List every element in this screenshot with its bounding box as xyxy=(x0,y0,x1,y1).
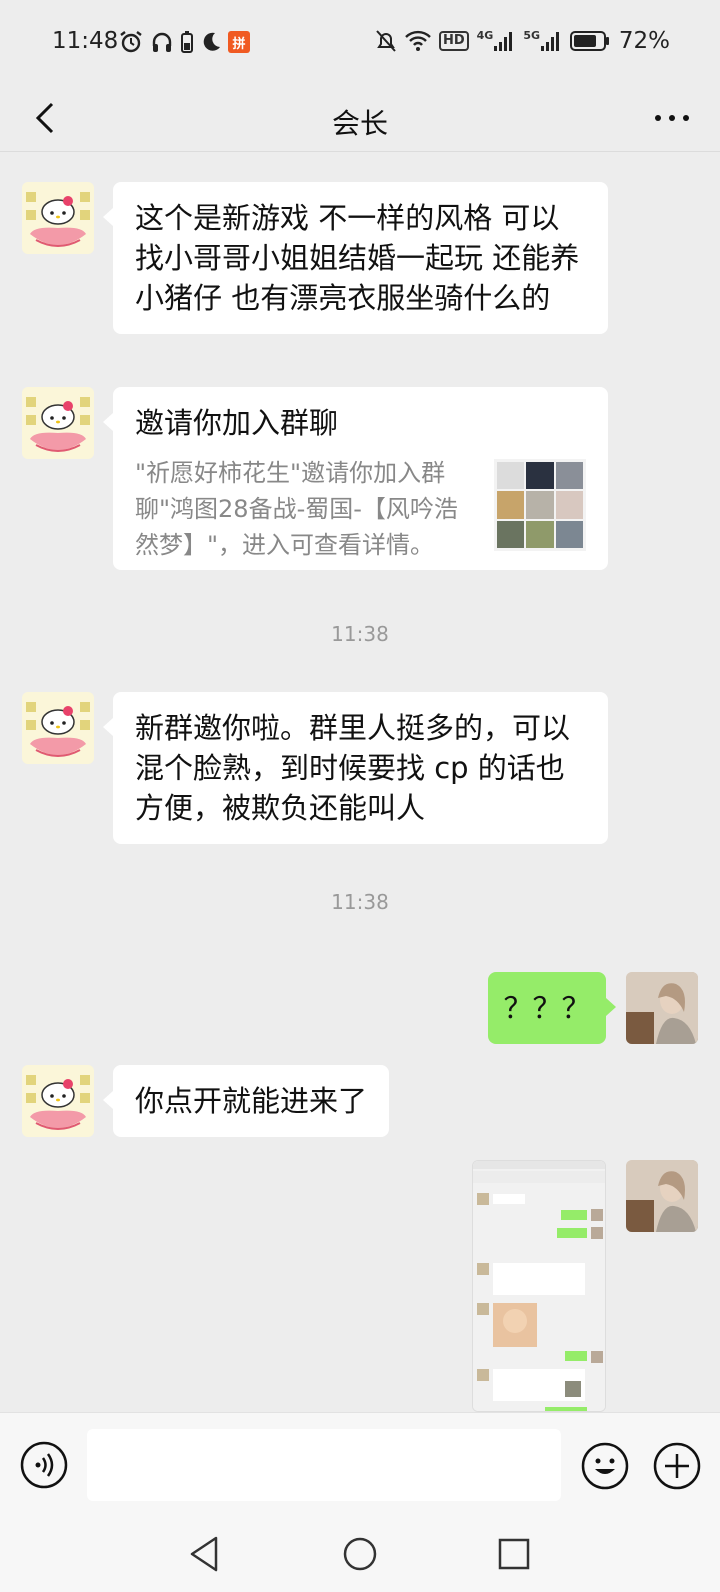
battery-icon xyxy=(570,30,610,52)
status-icons-left: 拼 xyxy=(118,29,250,55)
input-bar xyxy=(0,1412,720,1516)
contact-avatar[interactable] xyxy=(22,692,94,764)
sent-screenshot-image[interactable] xyxy=(472,1160,606,1412)
group-member-thumb xyxy=(555,520,583,548)
group-member-thumb xyxy=(555,491,583,519)
signal-5g-icon: 5G xyxy=(523,30,562,52)
contact-avatar[interactable] xyxy=(22,182,94,254)
group-member-thumb xyxy=(497,491,525,519)
invite-title: 邀请你加入群聊 xyxy=(135,406,339,440)
hello-kitty-avatar-icon xyxy=(26,702,90,757)
timestamp: 11:38 xyxy=(331,890,389,914)
message-text: 新群邀你啦。群里人挺多的，可以混个脸熟，到时候要找 cp 的话也方便，被欺负还能… xyxy=(135,711,571,825)
more-button[interactable] xyxy=(650,96,694,140)
more-functions-button[interactable] xyxy=(652,1441,702,1491)
emoji-icon xyxy=(581,1442,629,1490)
hd-icon: HD xyxy=(438,31,469,51)
plus-icon xyxy=(653,1442,701,1490)
shop-app-icon: 拼 xyxy=(228,31,250,53)
timestamp: 11:38 xyxy=(331,622,389,646)
chat-header: 会长 xyxy=(0,84,720,152)
message-bubble[interactable]: 你点开就能进来了 xyxy=(102,1065,390,1137)
message-input[interactable] xyxy=(87,1429,561,1501)
screenshot-thumbnail-icon xyxy=(473,1161,605,1411)
status-icons-right: HD 4G 5G xyxy=(375,29,610,53)
recents-square-icon xyxy=(498,1538,530,1570)
emoji-button[interactable] xyxy=(580,1441,630,1491)
moon-icon xyxy=(200,31,222,53)
signal-4g-icon: 4G xyxy=(477,30,516,52)
group-avatar-grid xyxy=(494,459,586,551)
net-4g-label: 4G xyxy=(476,29,494,42)
chat-title: 会长 xyxy=(331,107,388,140)
group-member-thumb xyxy=(497,462,525,490)
battery-percent: 72% xyxy=(618,28,670,54)
more-dots-icon xyxy=(655,115,689,121)
invite-description: "祈愿好柿花生"邀请你加入群聊"鸿图28备战-蜀国-【风吟浩然梦】"，进入可查看… xyxy=(135,459,458,559)
net-5g-label: 5G xyxy=(523,29,540,42)
user-photo-avatar-icon xyxy=(626,972,698,1044)
group-member-thumb xyxy=(497,520,525,548)
wifi-icon xyxy=(405,30,431,52)
status-bar: 11:48 拼 HD 4G 5G 72% xyxy=(0,0,720,84)
group-member-thumb xyxy=(526,491,554,519)
message-list[interactable]: 这个是新游戏 不一样的风格 可以找小哥哥小姐姐结婚一起玩 还能养小猪仔 也有漂亮… xyxy=(0,152,720,1412)
group-member-thumb xyxy=(555,462,583,490)
my-avatar[interactable] xyxy=(626,1160,698,1232)
voice-icon xyxy=(20,1441,68,1489)
group-member-thumb xyxy=(526,462,554,490)
alarm-icon xyxy=(118,29,144,55)
mute-icon xyxy=(375,29,397,53)
message-text: 这个是新游戏 不一样的风格 可以找小哥哥小姐姐结婚一起玩 还能养小猪仔 也有漂亮… xyxy=(135,201,580,315)
group-member-thumb xyxy=(526,520,554,548)
status-time: 11:48 xyxy=(52,28,119,54)
message-text: 你点开就能进来了 xyxy=(135,1084,368,1118)
battery-saver-icon xyxy=(180,30,194,54)
message-text: ？？？ xyxy=(503,991,591,1025)
system-home-button[interactable] xyxy=(340,1534,380,1574)
back-triangle-icon xyxy=(190,1536,218,1572)
contact-avatar[interactable] xyxy=(22,387,94,459)
system-recents-button[interactable] xyxy=(494,1534,534,1574)
contact-avatar[interactable] xyxy=(22,1065,94,1137)
message-bubble[interactable]: 新群邀你啦。群里人挺多的，可以混个脸熟，到时候要找 cp 的话也方便，被欺负还能… xyxy=(103,692,608,844)
message-bubble[interactable]: 这个是新游戏 不一样的风格 可以找小哥哥小姐姐结婚一起玩 还能养小猪仔 也有漂亮… xyxy=(103,182,608,334)
my-message-bubble[interactable]: ？？？ xyxy=(488,972,616,1044)
my-avatar[interactable] xyxy=(626,972,698,1044)
hello-kitty-avatar-icon xyxy=(26,397,90,452)
headphones-icon xyxy=(150,30,174,54)
hello-kitty-avatar-icon xyxy=(26,1075,90,1130)
user-photo-avatar-icon xyxy=(626,1160,698,1232)
group-invite-card[interactable]: 邀请你加入群聊 "祈愿好柿花生"邀请你加入群聊"鸿图28备战-蜀国-【风吟浩然梦… xyxy=(103,387,608,570)
system-back-button[interactable] xyxy=(186,1534,226,1574)
hello-kitty-avatar-icon xyxy=(26,192,90,247)
voice-button[interactable] xyxy=(20,1441,68,1489)
system-navigation-bar xyxy=(0,1516,720,1592)
home-circle-icon xyxy=(343,1537,377,1571)
